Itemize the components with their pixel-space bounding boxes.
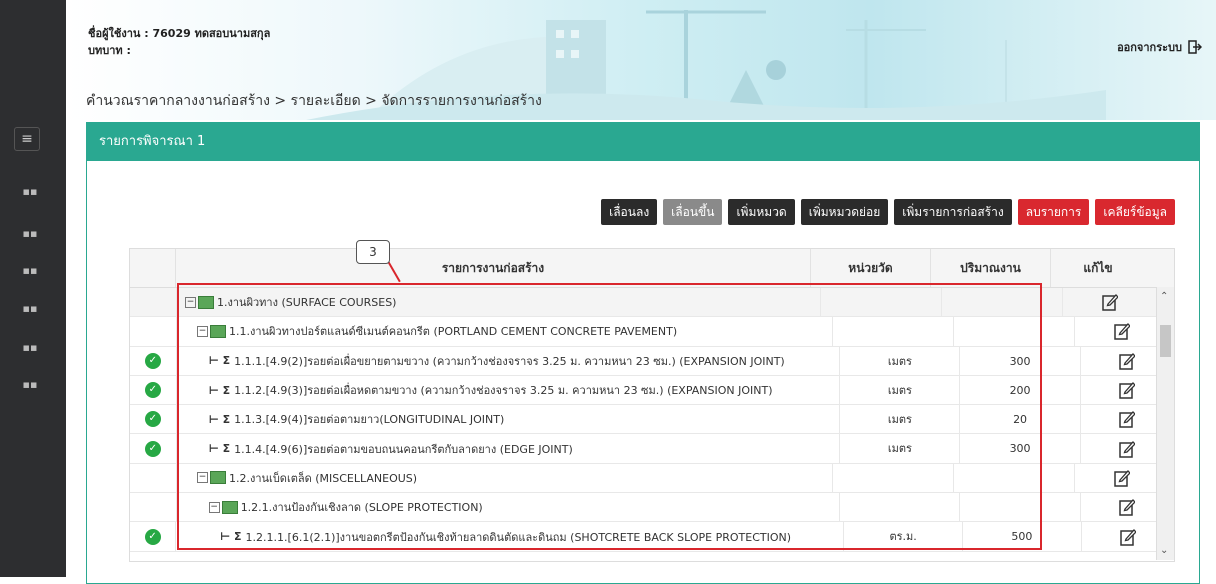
status-header (130, 249, 176, 287)
status-cell (130, 317, 177, 346)
edit-cell (1075, 317, 1169, 345)
edit-cell (1063, 288, 1157, 316)
delete-item-button[interactable]: ลบรายการ (1017, 199, 1090, 225)
logout-button[interactable]: ออกจากระบบ (1117, 38, 1202, 56)
status-cell (130, 493, 177, 522)
sidebar-item-6[interactable]: ▪▪ (22, 377, 38, 393)
logout-label: ออกจากระบบ (1117, 41, 1182, 54)
edit-icon[interactable] (1120, 528, 1136, 546)
unit-header: หน่วยวัด (811, 249, 931, 287)
user-name-label: ชื่อผู้ใช้งาน : 76029 ทดสอบนามสกุล (88, 27, 271, 40)
add-category-button[interactable]: เพิ่มหมวด (728, 199, 795, 225)
sidebar: ≡ ▪▪ ▪▪ ▪▪ ▪▪ ▪▪ ▪▪ (0, 0, 66, 577)
edit-cell (1075, 464, 1169, 492)
status-cell (130, 463, 177, 493)
clear-data-button[interactable]: เคลียร์ข้อมูล (1095, 199, 1175, 225)
header-banner: ชื่อผู้ใช้งาน : 76029 ทดสอบนามสกุล บทบาท… (66, 0, 1216, 120)
sidebar-item-2[interactable]: ▪▪ (22, 226, 38, 242)
move-down-button[interactable]: เลื่อนลง (601, 199, 658, 225)
check-circle-icon: ✓ (144, 382, 161, 399)
toolbar: เลื่อนลง เลื่อนขึ้น เพิ่มหมวด เพิ่มหมวดย… (601, 199, 1175, 225)
check-circle-icon: ✓ (144, 411, 161, 428)
edit-icon[interactable] (1119, 381, 1136, 399)
sidebar-item-4[interactable]: ▪▪ (22, 301, 38, 317)
scroll-thumb[interactable] (1160, 325, 1171, 357)
menu-toggle-button[interactable]: ≡ (14, 127, 40, 151)
sidebar-item-3[interactable]: ▪▪ (22, 263, 38, 279)
edit-icon[interactable] (1119, 410, 1136, 429)
check-circle-icon: ✓ (144, 440, 161, 457)
add-subcategory-button[interactable]: เพิ่มหมวดย่อย (800, 199, 889, 225)
status-cell: ✓ (130, 522, 177, 551)
status-cell: ✓ (130, 434, 177, 463)
sidebar-item-5[interactable]: ▪▪ (22, 340, 38, 356)
annotation-callout: 3 (356, 240, 390, 264)
status-cell: ✓ (130, 405, 177, 434)
table-scrollbar[interactable]: ⌃ ⌄ (1156, 287, 1174, 560)
panel-title: รายการพิจารณา 1 (87, 123, 1199, 161)
edit-icon[interactable] (1119, 440, 1136, 458)
check-circle-icon: ✓ (144, 352, 161, 369)
status-cell (130, 288, 177, 317)
add-item-button[interactable]: เพิ่มรายการก่อสร้าง (894, 199, 1012, 225)
role-label: บทบาท : (88, 44, 131, 57)
edit-header: แก้ไข (1083, 261, 1113, 275)
edit-icon[interactable] (1119, 498, 1136, 516)
status-cell: ✓ (130, 375, 177, 405)
annotation-highlight-box (177, 283, 1042, 550)
move-up-button[interactable]: เลื่อนขึ้น (663, 199, 723, 225)
edit-icon[interactable] (1119, 352, 1136, 370)
status-cell: ✓ (130, 346, 177, 375)
breadcrumb: คำนวณราคากลางงานก่อสร้าง > รายละเอียด > … (86, 93, 542, 109)
name-header: รายการงานก่อสร้าง (176, 249, 811, 287)
check-circle-icon: ✓ (144, 528, 161, 545)
edit-icon[interactable] (1114, 469, 1130, 487)
edit-icon[interactable] (1102, 293, 1118, 311)
sidebar-item-1[interactable]: ▪▪ (22, 184, 38, 200)
scroll-up-icon[interactable]: ⌃ (1160, 291, 1168, 302)
qty-header: ปริมาณงาน (931, 249, 1051, 287)
logout-icon (1188, 40, 1202, 54)
edit-icon[interactable] (1114, 322, 1130, 341)
scroll-down-icon[interactable]: ⌄ (1160, 545, 1168, 556)
